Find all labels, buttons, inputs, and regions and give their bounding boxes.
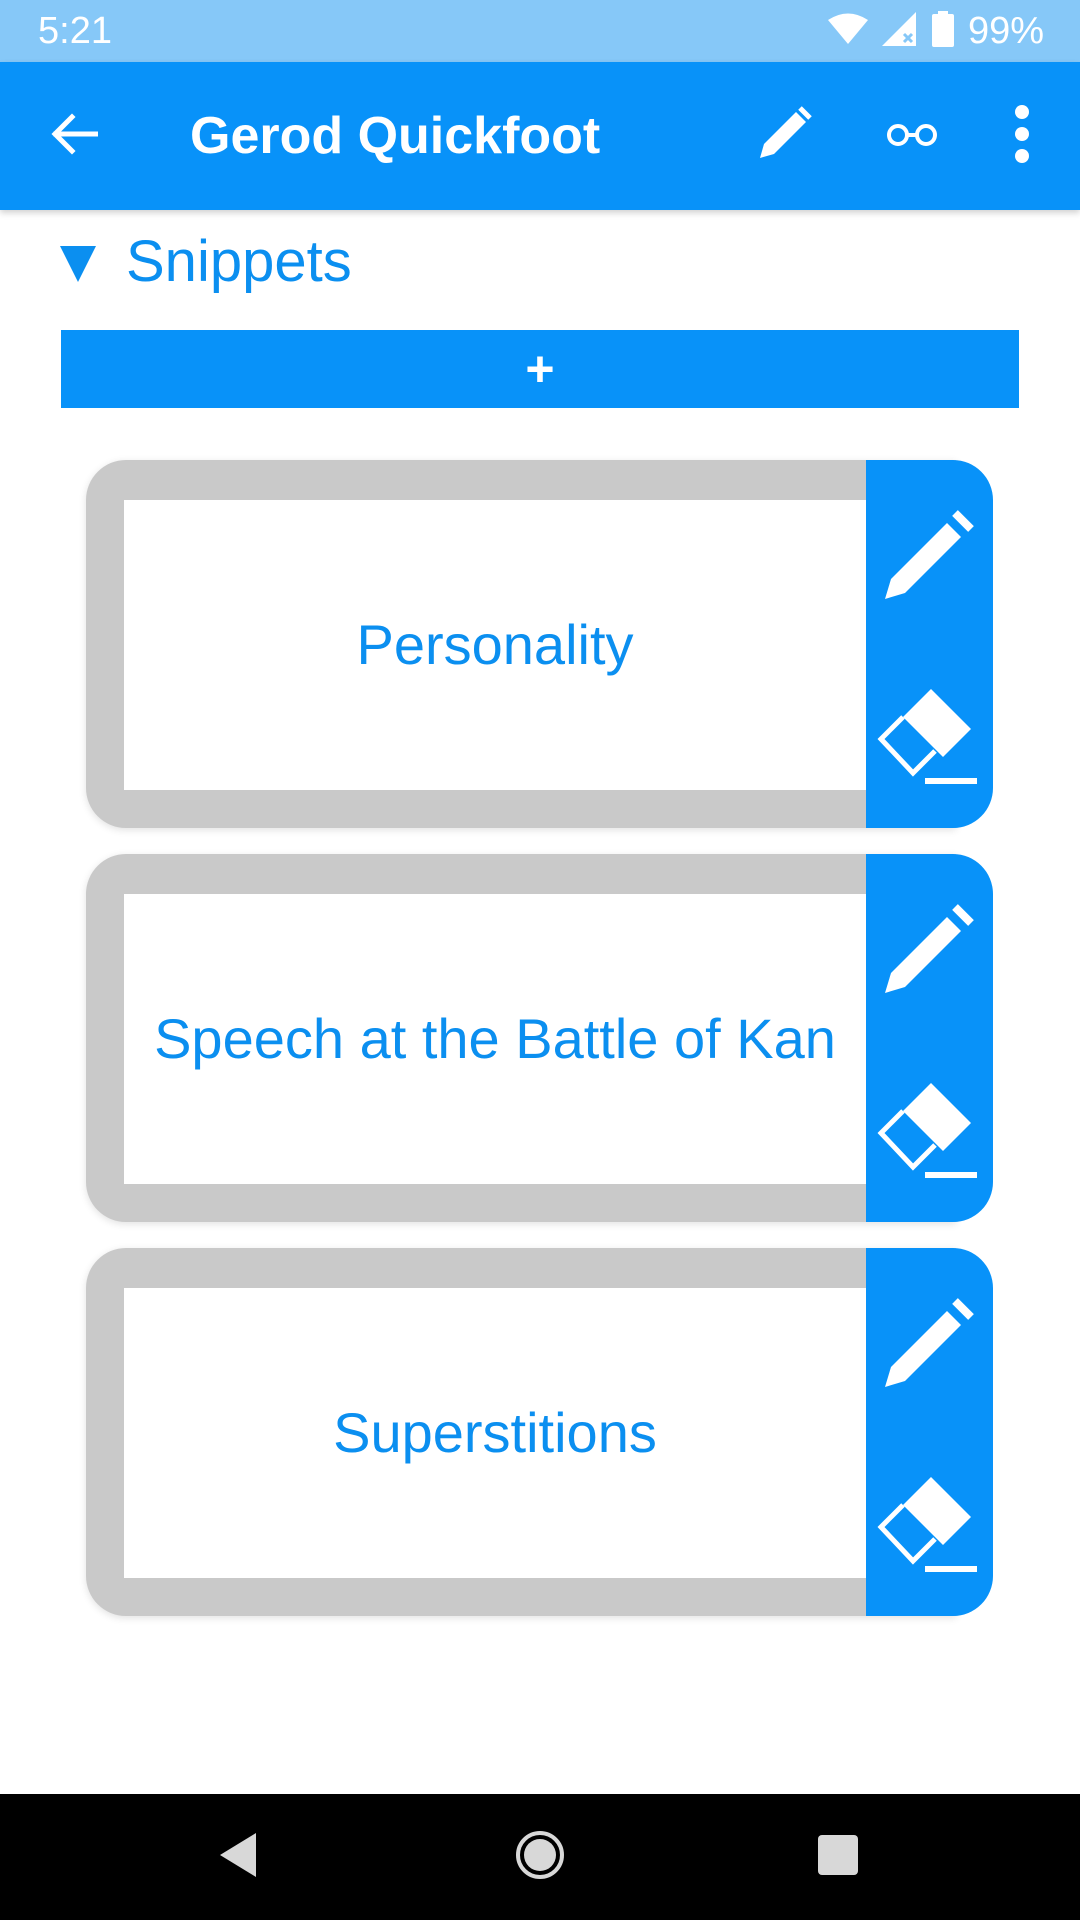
- pencil-icon: [881, 901, 977, 1002]
- snippet-open[interactable]: Personality: [124, 500, 866, 790]
- add-label: +: [525, 341, 555, 397]
- triangle-back-icon: [216, 1831, 260, 1884]
- glasses-icon: [884, 119, 940, 154]
- edit-button[interactable]: [744, 96, 824, 176]
- edit-snippet-button[interactable]: [874, 1290, 984, 1400]
- signal-icon: [881, 11, 918, 51]
- snippet-label: Personality: [356, 613, 634, 676]
- delete-snippet-button[interactable]: [874, 682, 984, 792]
- snippet-card: Speech at the Battle of Kan: [86, 854, 993, 1222]
- more-options-button[interactable]: [982, 96, 1062, 176]
- page-title: Gerod Quickfoot: [190, 107, 601, 165]
- circle-home-icon: [514, 1829, 566, 1886]
- app-bar: Gerod Quickfoot: [0, 62, 1080, 210]
- nav-home-button[interactable]: [505, 1822, 575, 1892]
- section-toggle[interactable]: Snippets: [60, 222, 352, 302]
- back-arrow-icon: [50, 112, 99, 160]
- card-actions: [866, 460, 993, 828]
- system-nav-bar: [0, 1794, 1080, 1920]
- more-vert-icon: [1012, 104, 1032, 169]
- snippet-open[interactable]: Speech at the Battle of Kan: [124, 894, 866, 1184]
- back-button[interactable]: [34, 96, 114, 176]
- add-snippet-button[interactable]: +: [61, 330, 1019, 408]
- eraser-icon: [877, 1471, 981, 1580]
- battery-icon: [931, 10, 954, 52]
- status-bar: 5:21 99%: [0, 0, 1080, 62]
- status-icons: 99%: [827, 10, 1044, 52]
- section-title: Snippets: [126, 229, 352, 294]
- pencil-icon: [881, 1295, 977, 1396]
- wifi-icon: [827, 13, 868, 50]
- snippet-open[interactable]: Superstitions: [124, 1288, 866, 1578]
- snippet-card: Personality: [86, 460, 993, 828]
- battery-percent: 99%: [967, 10, 1044, 52]
- edit-snippet-button[interactable]: [874, 896, 984, 1006]
- card-actions: [866, 854, 993, 1222]
- edit-snippet-button[interactable]: [874, 502, 984, 612]
- card-actions: [866, 1248, 993, 1616]
- pencil-icon: [881, 507, 977, 608]
- status-time: 5:21: [38, 10, 112, 52]
- snippet-card: Superstitions: [86, 1248, 993, 1616]
- pencil-icon: [756, 105, 812, 167]
- eraser-icon: [877, 1077, 981, 1186]
- triangle-down-icon: [60, 246, 96, 282]
- view-button[interactable]: [872, 96, 952, 176]
- eraser-icon: [877, 683, 981, 792]
- delete-snippet-button[interactable]: [874, 1076, 984, 1186]
- nav-back-button[interactable]: [203, 1822, 273, 1892]
- nav-recents-button[interactable]: [803, 1822, 873, 1892]
- square-recents-icon: [817, 1834, 859, 1881]
- snippet-label: Speech at the Battle of Kan: [154, 1007, 836, 1070]
- snippet-label: Superstitions: [333, 1401, 657, 1464]
- delete-snippet-button[interactable]: [874, 1470, 984, 1580]
